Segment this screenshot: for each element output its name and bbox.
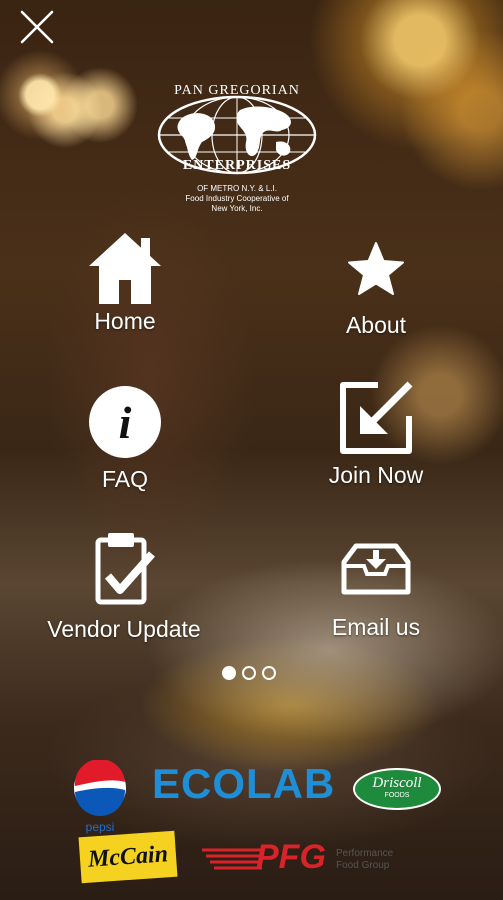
about-label: About	[345, 312, 407, 338]
menu-item-join-now[interactable]: Join Now	[320, 380, 432, 489]
app-screen: PAN GREGORIAN ENTERPRISES OF METRO N.Y. …	[0, 0, 503, 900]
driscoll-foods-logo[interactable]: Driscoll FOODS	[353, 768, 441, 810]
page-dot-3[interactable]	[262, 666, 276, 680]
home-label: Home	[94, 308, 156, 334]
logo-line-1: PAN GREGORIAN	[174, 83, 300, 98]
driscoll-sub-label: FOODS	[384, 792, 410, 799]
logo-line-4: Food Industry Cooperative of	[185, 194, 289, 203]
pfg-logo[interactable]: PFG Performance Food Group	[202, 838, 412, 880]
clipboard-check-icon	[95, 533, 155, 605]
logo-line-5: New York, Inc.	[211, 204, 263, 213]
close-icon[interactable]	[18, 8, 56, 46]
pepsi-logo[interactable]: pepsi	[72, 758, 128, 834]
menu-item-about[interactable]: About	[326, 240, 426, 339]
info-icon: i	[89, 386, 161, 458]
pepsi-globe-icon	[74, 758, 126, 817]
menu-item-home[interactable]: Home	[75, 230, 175, 335]
sign-in-arrow-icon	[340, 381, 413, 454]
menu-item-vendor-update[interactable]: Vendor Update	[38, 530, 210, 643]
pan-gregorian-logo: PAN GREGORIAN ENTERPRISES OF METRO N.Y. …	[152, 80, 322, 220]
inbox-download-icon	[341, 543, 411, 595]
pfg-label: PFG	[256, 838, 326, 876]
logo-line-2: ENTERPRISES	[182, 158, 292, 173]
mccain-label: McCain	[87, 841, 169, 873]
mccain-logo[interactable]: McCain	[78, 830, 178, 884]
ecolab-logo[interactable]: ECOLAB	[152, 760, 335, 808]
pfg-line-2: Food Group	[336, 860, 390, 871]
faq-label: FAQ	[101, 466, 148, 492]
menu-item-faq[interactable]: i FAQ	[75, 384, 175, 493]
driscoll-label: Driscoll	[372, 775, 422, 791]
page-indicator	[222, 666, 282, 685]
pfg-line-1: Performance	[336, 848, 394, 859]
logo-line-3: OF METRO N.Y. & L.I.	[197, 184, 277, 193]
star-icon	[348, 242, 404, 295]
join-now-label: Join Now	[328, 462, 424, 488]
vendor-update-label: Vendor Update	[47, 616, 201, 642]
page-dot-1[interactable]	[222, 666, 236, 680]
pepsi-label: pepsi	[85, 820, 115, 834]
svg-text:i: i	[119, 397, 132, 448]
page-dot-2[interactable]	[242, 666, 256, 680]
home-icon	[89, 233, 161, 304]
menu-item-email-us[interactable]: Email us	[326, 540, 426, 641]
email-us-label: Email us	[331, 614, 421, 640]
